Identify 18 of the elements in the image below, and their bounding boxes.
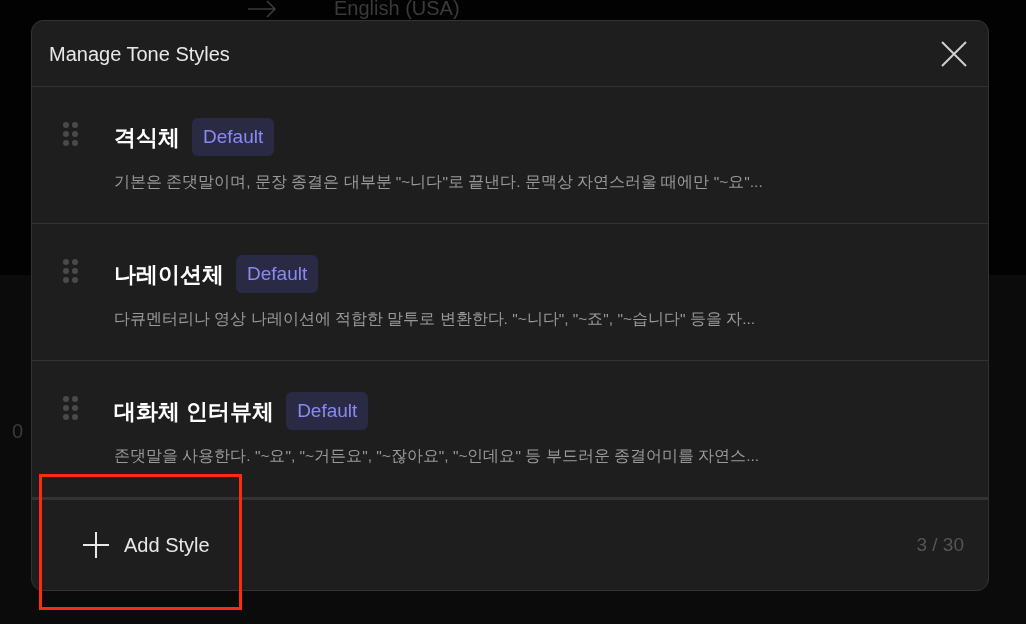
style-description: 다큐멘터리나 영상 나레이션에 적합한 말투로 변환한다. "~니다", "~죠", "~습니다" 등을 자... bbox=[114, 309, 756, 329]
style-name: 나레이션체 bbox=[114, 260, 224, 289]
target-language-text: English (USA) bbox=[334, 0, 460, 19]
style-description: 기본은 존댓말이며, 문장 종결은 대부분 "~니다"로 끝낸다. 문맥상 자연스러울 때에만 "~요"... bbox=[114, 172, 763, 192]
style-name: 대화체 인터뷰체 bbox=[114, 397, 275, 426]
drag-handle-icon[interactable] bbox=[63, 396, 81, 420]
dialog-title: Manage Tone Styles bbox=[49, 41, 230, 67]
style-description: 존댓말을 사용한다. "~요", "~거든요", "~잖아요", "~인데요" 등 부드러운 종결어미를 자연스... bbox=[114, 446, 760, 466]
plus-icon bbox=[82, 531, 110, 559]
default-badge: Default bbox=[236, 255, 319, 293]
close-button[interactable] bbox=[940, 39, 968, 68]
default-badge: Default bbox=[192, 118, 275, 156]
drag-handle-icon[interactable] bbox=[63, 122, 81, 146]
drag-handle-icon[interactable] bbox=[63, 259, 81, 283]
style-name: 격식체 bbox=[114, 123, 180, 152]
arrow-right-icon bbox=[247, 0, 277, 18]
add-style-button[interactable]: Add Style bbox=[82, 530, 210, 560]
default-badge: Default bbox=[286, 392, 369, 430]
